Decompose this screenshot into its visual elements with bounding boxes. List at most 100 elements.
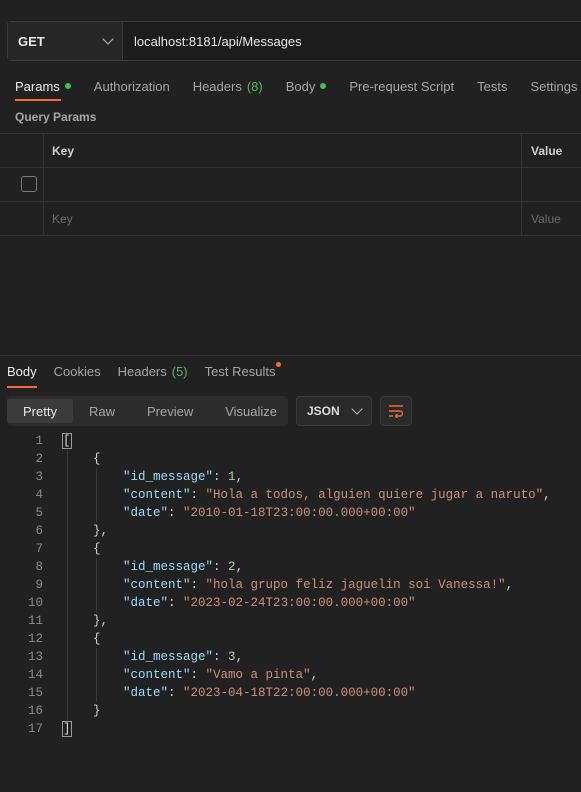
tab-cookies[interactable]: Cookies — [54, 364, 101, 379]
tab-test-results-label: Test Results — [204, 364, 276, 379]
tab-authorization-label: Authorization — [93, 78, 170, 94]
line-number: 8 — [35, 560, 43, 574]
line-number: 10 — [27, 596, 43, 610]
code-line: 13 "id_message": 3, — [0, 648, 581, 666]
line-number: 17 — [27, 722, 43, 736]
line-number: 5 — [35, 506, 43, 520]
json-value: "2023-04-18T22:00:00.000+00:00" — [183, 686, 416, 700]
wrap-lines-icon — [389, 405, 404, 418]
params-table: Key Value Key Value — [0, 133, 581, 236]
json-value: "hola grupo feliz jaguelin soi Vanessa!" — [205, 578, 506, 592]
code-line: 17] — [0, 720, 581, 738]
json-value: "Vamo a pinta" — [205, 668, 311, 682]
view-visualize-button[interactable]: Visualize — [209, 399, 293, 423]
tab-headers-label: Headers — [192, 78, 242, 94]
tab-cookies-label: Cookies — [53, 364, 101, 379]
line-number: 1 — [35, 434, 43, 448]
tab-params-label: Params — [15, 78, 60, 94]
response-code-viewer[interactable]: 1[ 2 { 3 "id_message": 1, 4 "content": "… — [0, 432, 581, 738]
tab-response-headers[interactable]: Headers (5) — [118, 364, 188, 379]
key-column-header: Key — [52, 143, 75, 158]
code-line: 6 }, — [0, 522, 581, 540]
json-value: 1 — [228, 470, 236, 484]
value-column-header: Value — [521, 134, 581, 167]
pane-divider[interactable] — [0, 355, 581, 356]
line-number: 3 — [35, 470, 43, 484]
status-dot — [320, 83, 327, 89]
table-row — [0, 168, 581, 202]
code-line: 5 "date": "2010-01-18T23:00:00.000+00:00… — [0, 504, 581, 522]
view-raw-button[interactable]: Raw — [73, 399, 131, 423]
table-header-row: Key Value — [0, 134, 581, 168]
code-line: 12 { — [0, 630, 581, 648]
format-select[interactable]: JSON — [296, 396, 372, 426]
line-number: 11 — [27, 614, 43, 628]
tab-pre-request-script[interactable]: Pre-request Script — [349, 76, 454, 96]
method-label: GET — [18, 33, 45, 49]
tab-tests[interactable]: Tests — [477, 76, 507, 96]
code-line: 9 "content": "hola grupo feliz jaguelin … — [0, 576, 581, 594]
line-number: 14 — [27, 668, 43, 682]
tab-body-label: Body — [285, 78, 316, 94]
chevron-down-icon — [351, 403, 363, 415]
line-number: 12 — [27, 632, 43, 646]
line-number: 6 — [35, 524, 43, 538]
format-label: JSON — [307, 404, 340, 418]
code-line: 3 "id_message": 1, — [0, 468, 581, 486]
table-row-new: Key Value — [0, 202, 581, 236]
response-tabs: Body Cookies Headers (5) Test Results — [7, 362, 292, 379]
line-number: 13 — [27, 650, 43, 664]
tab-authorization[interactable]: Authorization — [94, 76, 170, 96]
code-line: 11 }, — [0, 612, 581, 630]
tab-response-body-label: Body — [7, 364, 37, 379]
code-line: 1[ — [0, 432, 581, 450]
status-dot — [276, 362, 282, 367]
tab-test-results[interactable]: Test Results — [204, 362, 282, 379]
query-params-heading: Query Params — [15, 110, 97, 124]
view-preview-button[interactable]: Preview — [131, 399, 209, 423]
chevron-down-icon — [102, 33, 114, 45]
line-number: 15 — [27, 686, 43, 700]
request-tabs: Params Authorization Headers (8) Body Pr… — [15, 76, 581, 96]
wrap-lines-button[interactable] — [380, 396, 412, 426]
tab-settings-label: Settings — [530, 78, 578, 94]
key-input[interactable]: Key — [52, 202, 73, 235]
tab-tests-label: Tests — [477, 78, 508, 94]
tab-body[interactable]: Body — [286, 76, 327, 96]
url-input[interactable]: localhost:8181/api/Messages — [123, 22, 302, 60]
value-cell[interactable] — [521, 168, 581, 201]
response-headers-count: (5) — [171, 364, 188, 379]
status-dot — [64, 83, 71, 89]
code-line: 7 { — [0, 540, 581, 558]
tab-params[interactable]: Params — [15, 76, 71, 96]
line-number: 4 — [35, 488, 43, 502]
select-column — [0, 134, 44, 167]
code-line: 2 { — [0, 450, 581, 468]
view-pretty-button[interactable]: Pretty — [7, 399, 73, 423]
tab-pre-request-label: Pre-request Script — [349, 78, 455, 94]
tab-headers[interactable]: Headers (8) — [193, 76, 263, 96]
tab-response-body[interactable]: Body — [7, 364, 37, 379]
method-select[interactable]: GET — [8, 22, 123, 60]
code-line: 14 "content": "Vamo a pinta", — [0, 666, 581, 684]
code-line: 8 "id_message": 2, — [0, 558, 581, 576]
select-cell — [0, 202, 44, 235]
tab-response-headers-label: Headers — [117, 364, 167, 379]
request-bar: GET localhost:8181/api/Messages — [7, 21, 581, 61]
code-line: 10 "date": "2023-02-24T23:00:00.000+00:0… — [0, 594, 581, 612]
active-tab-indicator — [7, 386, 37, 388]
row-checkbox[interactable] — [21, 176, 37, 192]
value-input[interactable]: Value — [521, 202, 581, 235]
json-value: "Hola a todos, alguien quiere jugar a na… — [205, 488, 544, 502]
tab-settings[interactable]: Settings — [530, 76, 577, 96]
json-value: 3 — [228, 650, 236, 664]
line-number: 7 — [35, 542, 43, 556]
code-line: 16 } — [0, 702, 581, 720]
json-value: "2023-02-24T23:00:00.000+00:00" — [183, 596, 416, 610]
line-number: 2 — [35, 452, 43, 466]
json-value: "2010-01-18T23:00:00.000+00:00" — [183, 506, 416, 520]
active-tab-indicator — [15, 99, 61, 101]
code-line: 4 "content": "Hola a todos, alguien quie… — [0, 486, 581, 504]
json-value: 2 — [228, 560, 236, 574]
select-cell — [0, 168, 44, 201]
